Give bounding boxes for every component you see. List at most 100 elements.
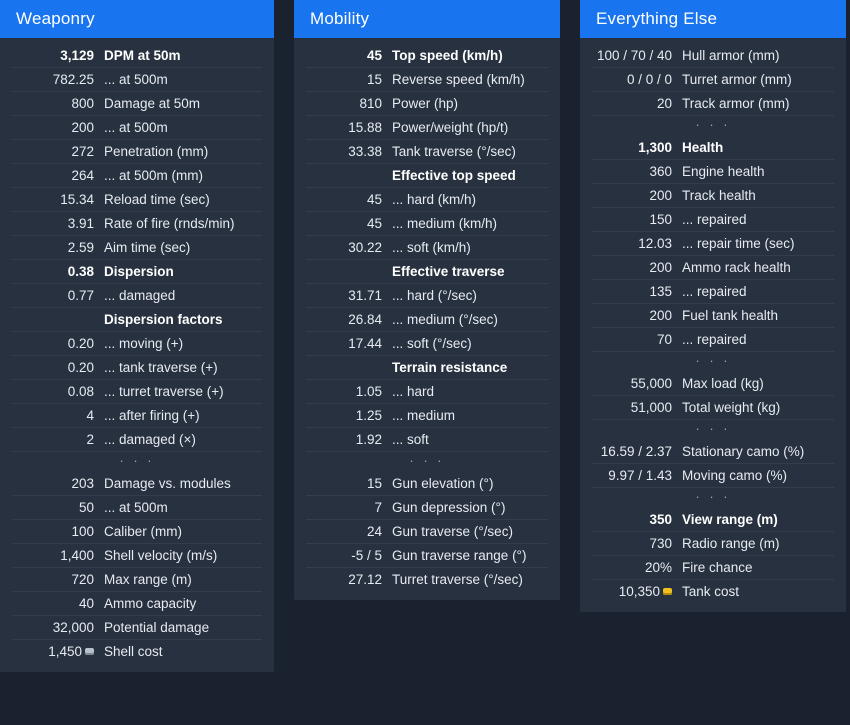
stat-value: 3.91 <box>12 215 104 233</box>
stat-value: 40 <box>12 595 104 613</box>
stat-value-text: 31.71 <box>348 288 382 303</box>
stat-value-text: 730 <box>649 536 672 551</box>
stat-label: Track armor (mm) <box>682 96 790 111</box>
stat-row: 264 ... at 500m (mm) <box>12 164 262 188</box>
stat-label: Tank cost <box>682 584 740 599</box>
stat-row: 31.71 ... hard (°/sec) <box>306 284 548 308</box>
stat-row: 15 Reverse speed (km/h) <box>306 68 548 92</box>
stat-value: 1.25 <box>306 407 392 425</box>
stat-value-text: 70 <box>656 332 672 347</box>
stat-label: ... tank traverse (+) <box>104 360 218 375</box>
stat-label: Hull armor (mm) <box>682 48 780 63</box>
stat-label: Power (hp) <box>392 96 459 111</box>
panel-title-everything-else: Everything Else <box>580 0 846 38</box>
stat-value-text: 2.59 <box>67 240 94 255</box>
stat-label: Terrain resistance <box>392 360 508 375</box>
stat-row: 17.44 ... soft (°/sec) <box>306 332 548 356</box>
stat-value: 15 <box>306 475 392 493</box>
stat-value: 20 <box>592 95 682 113</box>
stat-label: ... repaired <box>682 212 747 227</box>
stat-value: 15.34 <box>12 191 104 209</box>
stat-value-text: 15 <box>366 476 382 491</box>
separator-dots-glyph: · · · <box>409 453 445 468</box>
stat-value: 720 <box>12 571 104 589</box>
stat-value-text: 1.92 <box>355 432 382 447</box>
stat-label: ... at 500m <box>104 500 168 515</box>
stat-value-text: 15.88 <box>348 120 382 135</box>
stat-row: 51,000 Total weight (kg) <box>592 396 834 420</box>
stat-row: 15.34 Reload time (sec) <box>12 188 262 212</box>
stat-value: 2 <box>12 431 104 449</box>
stat-value: 7 <box>306 499 392 517</box>
stat-value: 55,000 <box>592 375 682 393</box>
panel-title-weaponry: Weaponry <box>0 0 274 38</box>
stat-row: 26.84 ... medium (°/sec) <box>306 308 548 332</box>
stat-value: 360 <box>592 163 682 181</box>
stat-value-text: 20 <box>656 96 672 111</box>
stat-label: Max load (kg) <box>682 376 764 391</box>
stat-value: 800 <box>12 95 104 113</box>
stat-value-text: 26.84 <box>348 312 382 327</box>
stat-row: 1,400 Shell velocity (m/s) <box>12 544 262 568</box>
panel-everything-else: Everything Else 100 / 70 / 40 Hull armor … <box>580 0 846 612</box>
stat-label: ... hard (°/sec) <box>392 288 477 303</box>
stat-value: 203 <box>12 475 104 493</box>
stat-value: 12.03 <box>592 235 682 253</box>
stat-value: 45 <box>306 215 392 233</box>
stat-value-text: 16.59 / 2.37 <box>600 444 672 459</box>
stat-value-text: 1,450 <box>48 644 82 659</box>
panel-mobility: Mobility 45 Top speed (km/h) 15 Reverse spe… <box>294 0 560 600</box>
stat-value-text: 1.05 <box>355 384 382 399</box>
separator-dots: · · · <box>12 452 262 472</box>
stat-value: 50 <box>12 499 104 517</box>
stat-value-text: 3,129 <box>60 48 94 63</box>
stat-value-text: 32,000 <box>52 620 94 635</box>
gold-coin-icon <box>663 588 672 595</box>
stat-value-text: 2 <box>86 432 94 447</box>
stat-value: 782.25 <box>12 71 104 89</box>
stat-value: 27.12 <box>306 571 392 589</box>
stat-value: 51,000 <box>592 399 682 417</box>
stat-row: 272 Penetration (mm) <box>12 140 262 164</box>
stat-label: Turret traverse (°/sec) <box>392 572 523 587</box>
stat-row: 810 Power (hp) <box>306 92 548 116</box>
stat-label: Effective traverse <box>392 264 505 279</box>
rows-everything-else: 100 / 70 / 40 Hull armor (mm) 0 / 0 / 0 Tur… <box>580 38 846 604</box>
stat-label: Gun traverse range (°) <box>392 548 527 563</box>
stat-value: 31.71 <box>306 287 392 305</box>
stat-value-text: 0.38 <box>67 264 94 279</box>
stat-row: 350 View range (m) <box>592 508 834 532</box>
stat-value: 32,000 <box>12 619 104 637</box>
stat-value: 26.84 <box>306 311 392 329</box>
stat-row: Effective top speed <box>306 164 548 188</box>
stat-label: Turret armor (mm) <box>682 72 792 87</box>
stat-value-text: 200 <box>71 120 94 135</box>
stat-row: 200 Ammo rack health <box>592 256 834 280</box>
stat-row: 45 ... medium (km/h) <box>306 212 548 236</box>
stat-value-text: 45 <box>366 48 382 63</box>
stat-row: 55,000 Max load (kg) <box>592 372 834 396</box>
stat-value-text: 7 <box>374 500 382 515</box>
stat-label: Top speed (km/h) <box>392 48 503 63</box>
stat-value: 15.88 <box>306 119 392 137</box>
stat-label: Tank traverse (°/sec) <box>392 144 516 159</box>
stat-row: 100 Caliber (mm) <box>12 520 262 544</box>
stat-value-text: 3.91 <box>67 216 94 231</box>
stat-value: 0.08 <box>12 383 104 401</box>
stat-row: 30.22 ... soft (km/h) <box>306 236 548 260</box>
stat-row: -5 / 5 Gun traverse range (°) <box>306 544 548 568</box>
stat-value-text: 200 <box>649 188 672 203</box>
stat-value-text: 17.44 <box>348 336 382 351</box>
stat-value-text: 200 <box>649 260 672 275</box>
stat-row: 2.59 Aim time (sec) <box>12 236 262 260</box>
stat-row: 800 Damage at 50m <box>12 92 262 116</box>
stat-label: Shell cost <box>104 644 163 659</box>
stat-label: ... soft (km/h) <box>392 240 471 255</box>
stat-value: 20% <box>592 559 682 577</box>
stat-row: 0.20 ... tank traverse (+) <box>12 356 262 380</box>
stat-label: DPM at 50m <box>104 48 181 63</box>
stat-label: Potential damage <box>104 620 210 635</box>
stat-row: 70 ... repaired <box>592 328 834 352</box>
panel-title-mobility: Mobility <box>294 0 560 38</box>
stat-row: 27.12 Turret traverse (°/sec) <box>306 568 548 592</box>
